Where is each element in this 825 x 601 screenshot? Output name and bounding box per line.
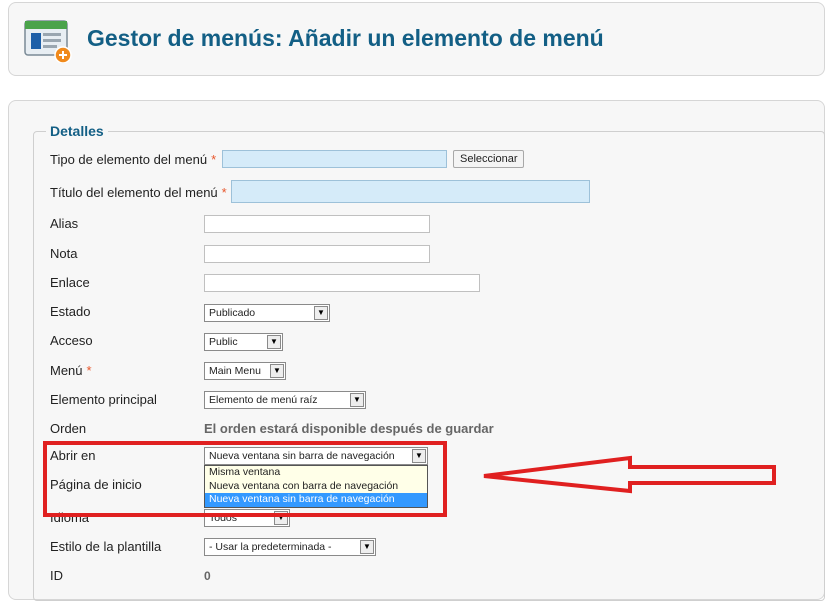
annotation-arrow-icon <box>483 455 776 494</box>
id-value: 0 <box>204 569 211 583</box>
select-type-button[interactable]: Seleccionar <box>453 150 525 168</box>
status-select[interactable]: Publicado ▼ <box>204 304 330 322</box>
note-input[interactable] <box>204 245 430 263</box>
field-label-orden: Orden <box>50 421 87 436</box>
link-input[interactable] <box>204 274 480 292</box>
menu-select[interactable]: Main Menu ▼ <box>204 362 286 380</box>
details-legend: Detalles <box>46 123 108 139</box>
field-label-titulo: Título del elemento del menú * <box>50 185 227 200</box>
field-label-acceso: Acceso <box>50 333 93 348</box>
field-label-enlace: Enlace <box>50 275 90 290</box>
field-label-menu: Menú * <box>50 363 92 378</box>
annotation-highlight-box <box>43 441 447 517</box>
field-label-id: ID <box>50 568 63 583</box>
field-label-principal: Elemento principal <box>50 392 157 407</box>
field-label-estado: Estado <box>50 304 91 319</box>
title-input[interactable] <box>231 180 590 203</box>
field-label-nota: Nota <box>50 246 78 261</box>
template-style-select[interactable]: - Usar la predeterminada - ▼ <box>204 538 376 556</box>
access-select[interactable]: Public ▼ <box>204 333 283 351</box>
chevron-down-icon: ▼ <box>360 540 374 554</box>
field-label-estilo: Estilo de la plantilla <box>50 539 162 554</box>
chevron-down-icon: ▼ <box>350 393 364 407</box>
chevron-down-icon: ▼ <box>267 335 281 349</box>
alias-input[interactable] <box>204 215 430 233</box>
chevron-down-icon: ▼ <box>314 306 328 320</box>
field-label-tipo: Tipo de elemento del menú * <box>50 152 217 167</box>
required-mark: * <box>221 185 227 200</box>
menu-manager-add-icon <box>24 20 72 63</box>
page-header: Gestor de menús: Añadir un elemento de m… <box>8 2 825 76</box>
required-mark: * <box>86 363 92 378</box>
chevron-down-icon: ▼ <box>270 364 284 378</box>
required-mark: * <box>211 152 217 167</box>
order-info-text: El orden estará disponible después de gu… <box>204 421 494 436</box>
page-title: Gestor de menús: Añadir un elemento de m… <box>87 25 604 51</box>
field-label-alias: Alias <box>50 216 79 231</box>
tipo-input[interactable] <box>222 150 447 168</box>
parent-item-select[interactable]: Elemento de menú raíz ▼ <box>204 391 366 409</box>
